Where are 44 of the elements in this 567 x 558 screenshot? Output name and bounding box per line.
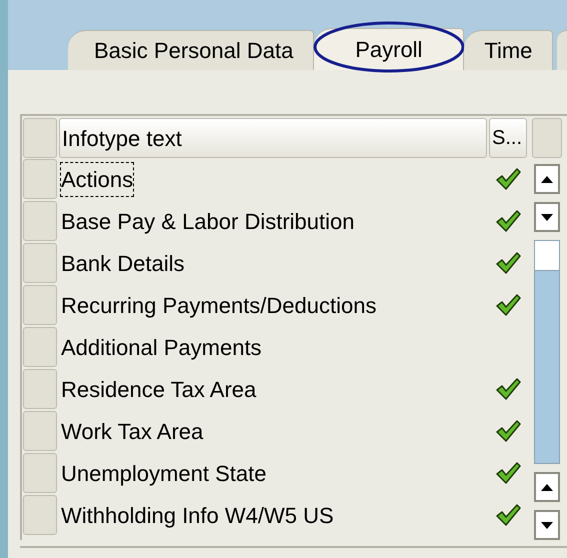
infotype-text[interactable]: Withholding Info W4/W5 US	[61, 498, 334, 532]
scroll-down-button[interactable]	[534, 510, 560, 540]
scroll-down-button[interactable]	[534, 202, 560, 232]
scrollbar[interactable]	[532, 164, 562, 540]
row-selector[interactable]	[23, 327, 57, 367]
row-selector[interactable]	[23, 159, 57, 199]
column-header[interactable]: Infotype text	[59, 118, 487, 158]
checkmark-icon	[495, 167, 521, 191]
infotype-text[interactable]: Unemployment State	[61, 456, 266, 490]
infotype-text[interactable]: Bank Details	[61, 246, 185, 280]
up-triangle-icon	[541, 176, 553, 182]
tab[interactable]	[557, 30, 567, 70]
row-selector[interactable]	[23, 201, 57, 241]
checkmark-icon	[495, 419, 521, 443]
row-selector[interactable]	[23, 243, 57, 283]
up-triangle-icon	[541, 484, 553, 490]
infotype-text[interactable]: Base Pay & Labor Distribution	[61, 204, 354, 238]
down-triangle-icon	[541, 214, 553, 220]
checkmark-icon	[495, 251, 521, 275]
infotype-text[interactable]: Work Tax Area	[61, 414, 204, 448]
scroll-up-button[interactable]	[534, 472, 560, 502]
row-selector[interactable]	[23, 285, 57, 325]
infotype-text[interactable]: Residence Tax Area	[61, 372, 256, 406]
checkmark-icon	[495, 503, 521, 527]
infotype-text[interactable]: Actions	[61, 162, 134, 196]
column-header[interactable]: S...	[489, 118, 527, 158]
checkmark-icon	[495, 293, 521, 317]
checkmark-icon	[495, 461, 521, 485]
row-selector[interactable]	[23, 495, 57, 535]
infotype-text[interactable]: Additional Payments	[61, 330, 262, 364]
infotype-text[interactable]: Recurring Payments/Deductions	[61, 288, 376, 322]
checkmark-icon	[495, 377, 521, 401]
header-corner-cell	[532, 118, 562, 158]
tab[interactable]: Payroll	[314, 28, 464, 70]
down-triangle-icon	[541, 522, 553, 528]
tab[interactable]: Basic Personal Data	[68, 30, 314, 70]
tab[interactable]: Time	[464, 30, 554, 70]
scroll-up-button[interactable]	[534, 164, 560, 194]
row-selector[interactable]	[23, 369, 57, 409]
row-selector[interactable]	[23, 411, 57, 451]
row-selector[interactable]	[23, 453, 57, 493]
checkmark-icon	[495, 209, 521, 233]
select-all-cell[interactable]	[23, 118, 57, 158]
scroll-thumb[interactable]	[535, 241, 559, 271]
